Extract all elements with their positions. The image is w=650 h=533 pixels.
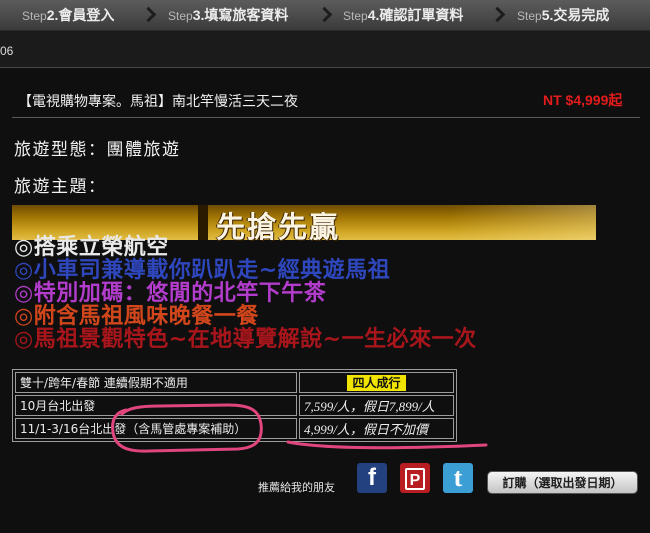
step-prefix: Step xyxy=(22,9,47,23)
table-cell: 10月台北出發 xyxy=(15,395,297,416)
highlight-line: ◎附含馬祖風味晚餐一餐 xyxy=(14,304,259,329)
annotation-underline xyxy=(286,440,488,450)
step-label: 3.填寫旅客資料 xyxy=(192,7,289,23)
table-cell: 雙十/跨年/春節 連續假期不適用 xyxy=(15,372,297,393)
tour-type: 旅遊型態：團體旅遊 xyxy=(14,140,181,160)
chevron-right-icon xyxy=(316,6,333,23)
highlight-line: ◎特別加碼：悠閒的北竿下午茶 xyxy=(14,281,327,306)
checkout-steps-bar: Step2.會員登入 Step3.填寫旅客資料 Step4.確認訂單資料 Ste… xyxy=(0,0,650,31)
chevron-right-icon xyxy=(489,6,506,23)
order-button[interactable]: 訂購（選取出發日期） xyxy=(487,471,638,494)
step-label: 2.會員登入 xyxy=(46,7,115,23)
breadcrumb-fragment: 06 xyxy=(0,44,14,58)
table-cell: 7,599/人，假日7,899/人 xyxy=(299,395,454,416)
facebook-glyph: f xyxy=(368,464,376,491)
tour-title: 【電視購物專案。馬祖】南北竿慢活三天二夜 xyxy=(18,94,298,110)
twitter-glyph: t xyxy=(453,463,463,492)
table-cell: 4,999/人，假日不加價 xyxy=(299,418,454,439)
banner-accent-bar xyxy=(198,205,208,240)
tour-highlights: ◎搭乘立榮航空 ◎小車司兼導載你趴趴走~經典遊馬祖 ◎特別加碼：悠閒的北竿下午茶… xyxy=(14,236,477,351)
table-row: 10月台北出發 7,599/人，假日7,899/人 xyxy=(15,395,454,416)
tour-price: NT $4,999起 xyxy=(543,92,623,108)
table-row: 雙十/跨年/春節 連續假期不適用 四人成行 xyxy=(15,372,454,393)
table-cell: 11/1-3/16台北出發（含馬管處專案補助） xyxy=(15,418,297,439)
step-4: Step4.確認訂單資料 xyxy=(343,6,463,25)
step-prefix: Step xyxy=(168,9,193,23)
plurk-icon[interactable]: P xyxy=(400,463,430,493)
step-2: Step2.會員登入 xyxy=(22,6,114,25)
title-divider xyxy=(12,117,640,118)
step-5: Step5.交易完成 xyxy=(517,6,609,25)
step-label: 4.確認訂單資料 xyxy=(367,7,464,23)
twitter-icon[interactable]: t xyxy=(443,463,473,493)
sub-header: 06 xyxy=(0,31,650,68)
price-table: 雙十/跨年/春節 連續假期不適用 四人成行 10月台北出發 7,599/人，假日… xyxy=(12,369,457,442)
table-cell: 四人成行 xyxy=(299,372,454,393)
tour-theme: 旅遊主題： xyxy=(14,177,107,197)
facebook-icon[interactable]: f xyxy=(357,463,387,493)
highlight-line: ◎搭乘立榮航空 xyxy=(14,235,169,260)
share-label: 推薦給我的朋友 xyxy=(258,481,335,494)
step-3: Step3.填寫旅客資料 xyxy=(168,6,288,25)
step-label: 5.交易完成 xyxy=(541,7,610,23)
step-prefix: Step xyxy=(517,9,542,23)
chevron-right-icon xyxy=(140,6,157,23)
table-row: 11/1-3/16台北出發（含馬管處專案補助） 4,999/人，假日不加價 xyxy=(15,418,454,439)
highlight-line: ◎馬祖景觀特色~在地導覽解說~一生必來一次 xyxy=(14,327,477,352)
highlight-line: ◎小車司兼導載你趴趴走~經典遊馬祖 xyxy=(14,258,391,283)
plurk-glyph: P xyxy=(405,468,425,490)
step-prefix: Step xyxy=(343,9,368,23)
group-size-badge: 四人成行 xyxy=(347,375,406,391)
